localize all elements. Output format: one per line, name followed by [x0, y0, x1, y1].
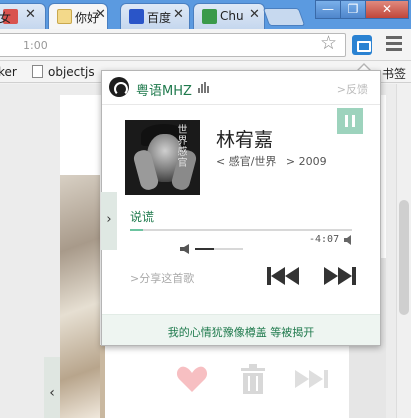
- bookmark-label: 书签: [382, 67, 407, 81]
- speaker-icon: [344, 235, 351, 245]
- feedback-link[interactable]: >反馈: [337, 81, 368, 97]
- album-cover: 世界感官: [125, 120, 200, 195]
- music-player-popup: 粤语MHZ >反馈 世界感官 林宥嘉 < 感官/世界 > 2009 › 说谎 -…: [101, 70, 381, 346]
- album-link[interactable]: < 感官/世界: [216, 155, 276, 168]
- tab-favicon-icon: [57, 9, 72, 24]
- background-photo-edge: [100, 345, 105, 418]
- trash-icon[interactable]: [240, 364, 266, 394]
- album-info: < 感官/世界 > 2009: [216, 153, 327, 169]
- background-photo: [60, 175, 100, 418]
- next-track-icon[interactable]: [295, 370, 329, 388]
- menu-icon[interactable]: [386, 36, 402, 54]
- close-window-button[interactable]: ✕: [365, 0, 409, 19]
- address-bar[interactable]: 1:00: [0, 33, 346, 57]
- tab-strip: 美女 ✕ 你好 ✕ 百度 ✕ Chu ✕ — ❐ ✕: [0, 0, 411, 29]
- volume-fill: [195, 248, 215, 250]
- bookmark-item[interactable]: objectjs: [32, 65, 95, 79]
- album-year: > 2009: [285, 155, 327, 168]
- bookmark-item[interactable]: ker: [0, 65, 17, 79]
- close-icon[interactable]: ✕: [249, 7, 260, 22]
- bookmark-item[interactable]: 书签: [382, 65, 406, 82]
- signal-bars-icon: [198, 82, 210, 93]
- chevron-right-icon: ›: [106, 212, 112, 227]
- tab-label: 百度: [147, 11, 172, 25]
- page-icon: [32, 65, 43, 78]
- close-icon[interactable]: ✕: [95, 7, 106, 22]
- tab-favicon-icon: [129, 9, 144, 24]
- tab-label: Chu: [220, 9, 244, 23]
- popup-header: 粤语MHZ >反馈: [102, 71, 380, 105]
- tab-3[interactable]: 百度 ✕: [120, 3, 190, 29]
- chevron-left-icon: ‹: [49, 385, 55, 401]
- remaining-time: -4:07: [309, 234, 340, 245]
- volume-slider[interactable]: [195, 248, 243, 250]
- lyric-bar: 我的心情犹豫像樽盖 等被揭开: [102, 314, 380, 345]
- new-tab-button[interactable]: [262, 8, 306, 26]
- address-text: 1:00: [23, 39, 48, 52]
- previous-track-button[interactable]: [267, 267, 299, 285]
- scrollbar-thumb[interactable]: [399, 200, 409, 315]
- music-extension-icon[interactable]: [352, 35, 372, 55]
- headphones-logo-icon: [109, 77, 129, 97]
- share-link[interactable]: >分享这首歌: [130, 270, 194, 286]
- progress-fill: [130, 229, 144, 231]
- expand-panel-button[interactable]: ›: [101, 192, 117, 250]
- song-title: 说谎: [130, 210, 155, 224]
- progress-bar[interactable]: [130, 229, 352, 231]
- tab-label: 美女: [0, 11, 12, 25]
- volume-icon[interactable]: [180, 244, 190, 254]
- tab-4[interactable]: Chu ✕: [193, 3, 265, 29]
- next-track-button[interactable]: [324, 267, 356, 285]
- bookmark-label: ker: [0, 65, 17, 79]
- lyric-line: 我的心情犹豫像樽盖 等被揭开: [167, 326, 315, 339]
- prev-panel-button[interactable]: ‹: [44, 357, 60, 418]
- bookmark-label: objectjs: [48, 65, 95, 79]
- minimize-button[interactable]: —: [315, 0, 341, 19]
- close-icon[interactable]: ✕: [173, 7, 184, 22]
- restore-button[interactable]: ❐: [340, 0, 366, 19]
- brand-name: 粤语MHZ: [136, 84, 192, 99]
- close-icon[interactable]: ✕: [25, 7, 36, 22]
- cover-title: 世界感官: [175, 124, 186, 168]
- bookmark-star-icon[interactable]: ☆: [320, 33, 337, 53]
- artist-name: 林宥嘉: [216, 129, 274, 151]
- tab-2[interactable]: 你好 ✕: [48, 3, 108, 29]
- browser-toolbar: 1:00 ☆: [0, 29, 411, 61]
- pause-button[interactable]: [337, 108, 363, 134]
- heart-icon[interactable]: [176, 364, 208, 394]
- tab-1[interactable]: 美女 ✕: [0, 3, 46, 29]
- tab-favicon-icon: [202, 9, 217, 24]
